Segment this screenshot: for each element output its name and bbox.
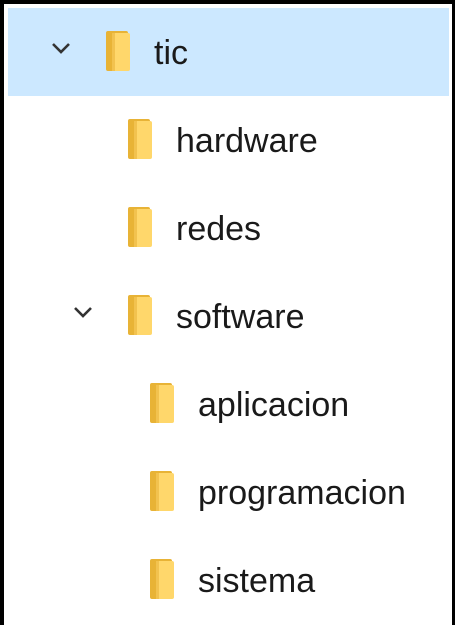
folder-icon [128,119,152,159]
folder-icon [150,471,174,511]
folder-icon [150,383,174,423]
chevron-down-icon[interactable] [70,299,96,325]
tree-item-label: tic [154,34,188,72]
explorer-navigation-pane: tic hardware redes software aplicacion p… [0,0,455,625]
tree-item-aplicacion[interactable]: aplicacion [8,360,449,448]
tree-item-hardware[interactable]: hardware [8,96,449,184]
folder-icon [106,31,130,71]
folder-tree: tic hardware redes software aplicacion p… [8,8,449,625]
tree-item-label: software [176,298,305,336]
tree-item-redes[interactable]: redes [8,184,449,272]
folder-icon [128,295,152,335]
tree-item-tic[interactable]: tic [8,8,449,96]
folder-icon [128,207,152,247]
tree-item-programacion[interactable]: programacion [8,448,449,536]
tree-item-label: redes [176,210,262,248]
tree-item-software[interactable]: software [8,272,449,360]
tree-item-label: sistema [198,562,316,600]
tree-item-sistema[interactable]: sistema [8,536,449,624]
chevron-down-icon[interactable] [48,35,74,61]
tree-item-label: aplicacion [198,386,350,424]
tree-item-label: programacion [198,474,406,512]
tree-item-label: hardware [176,122,318,160]
folder-icon [150,559,174,599]
